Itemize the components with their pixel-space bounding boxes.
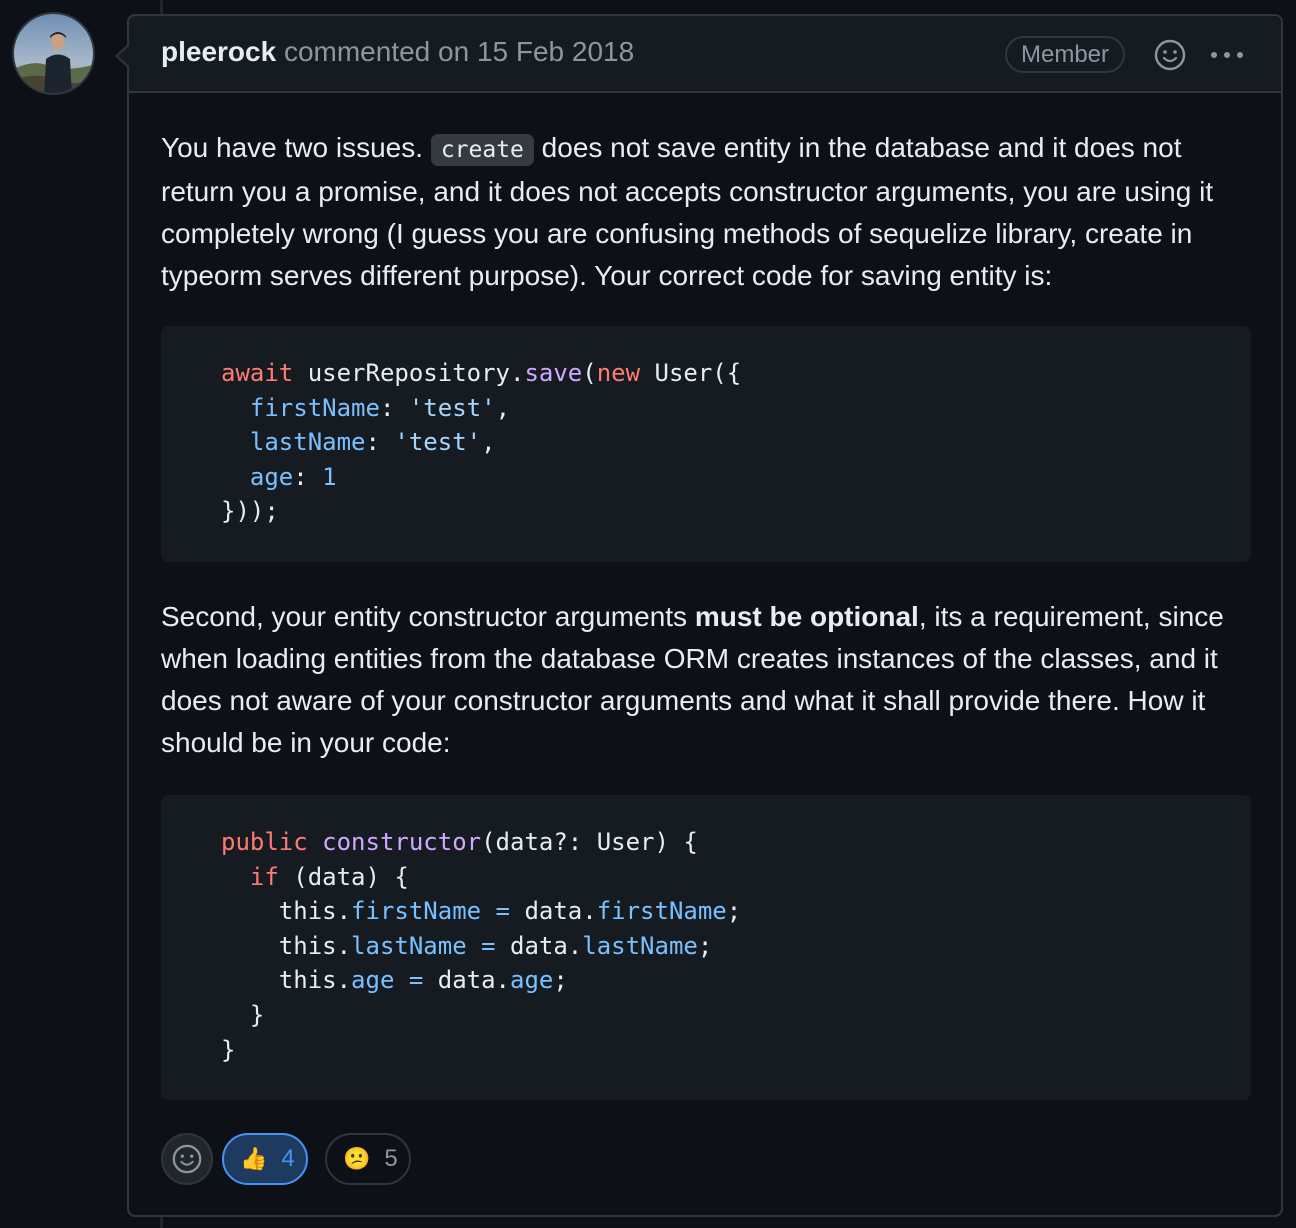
code-line: this.lastName = data.lastName; (221, 931, 713, 960)
code-line: await userRepository.save(new User({ (221, 359, 742, 387)
code-line: })); (221, 497, 279, 526)
code-line: lastName: 'test', (249, 428, 496, 457)
thumbs-up-icon: 👍 (240, 1146, 268, 1171)
code-line: age: 1 (249, 462, 337, 491)
code-line: public constructor(data?: User) { (221, 828, 698, 856)
smiley-icon (172, 1144, 202, 1174)
bold-must-be-optional: must be optional (694, 601, 919, 632)
comment-timestamp[interactable]: commented on 15 Feb 2018 (284, 36, 634, 67)
code-line: firstName: 'test', (249, 393, 511, 422)
member-badge: Member (1005, 36, 1126, 73)
comment-box: pleerock commented on 15 Feb 2018 Member… (115, 14, 1283, 1217)
code-line: this.firstName = data.firstName; (221, 897, 742, 926)
code-block-constructor[interactable]: public constructor(data?: User) { if (da… (161, 795, 1251, 1100)
code-line: } (221, 1000, 265, 1029)
paragraph-1: You have two issues. create does not sav… (161, 132, 1214, 291)
inline-code-create: create (430, 134, 534, 166)
avatar-photo-icon (14, 14, 93, 93)
add-reaction-button[interactable] (161, 1133, 213, 1185)
reaction-thumbs-up[interactable]: 👍 4 (222, 1133, 308, 1185)
code-line: if (data) { (249, 862, 409, 891)
avatar[interactable] (12, 12, 95, 95)
comment-header: pleerock commented on 15 Feb 2018 Member (129, 16, 1281, 93)
comment-meta: pleerock commented on 15 Feb 2018 (161, 36, 634, 68)
author-link[interactable]: pleerock (161, 36, 276, 67)
comment-body: You have two issues. create does not sav… (129, 93, 1281, 1215)
code-line: } (221, 1035, 236, 1064)
paragraph-2: Second, your entity constructor argument… (161, 601, 1224, 758)
reaction-confused[interactable]: 😕 5 (325, 1133, 411, 1185)
code-block-save[interactable]: await userRepository.save(new User({ fir… (161, 326, 1251, 562)
reaction-count: 4 (281, 1145, 295, 1172)
reaction-count: 5 (384, 1145, 398, 1172)
kebab-menu-icon[interactable] (1209, 38, 1245, 72)
confused-face-icon: 😕 (343, 1146, 371, 1171)
code-line: this.age = data.age; (221, 966, 568, 995)
add-reaction-smiley-icon[interactable] (1153, 38, 1187, 72)
